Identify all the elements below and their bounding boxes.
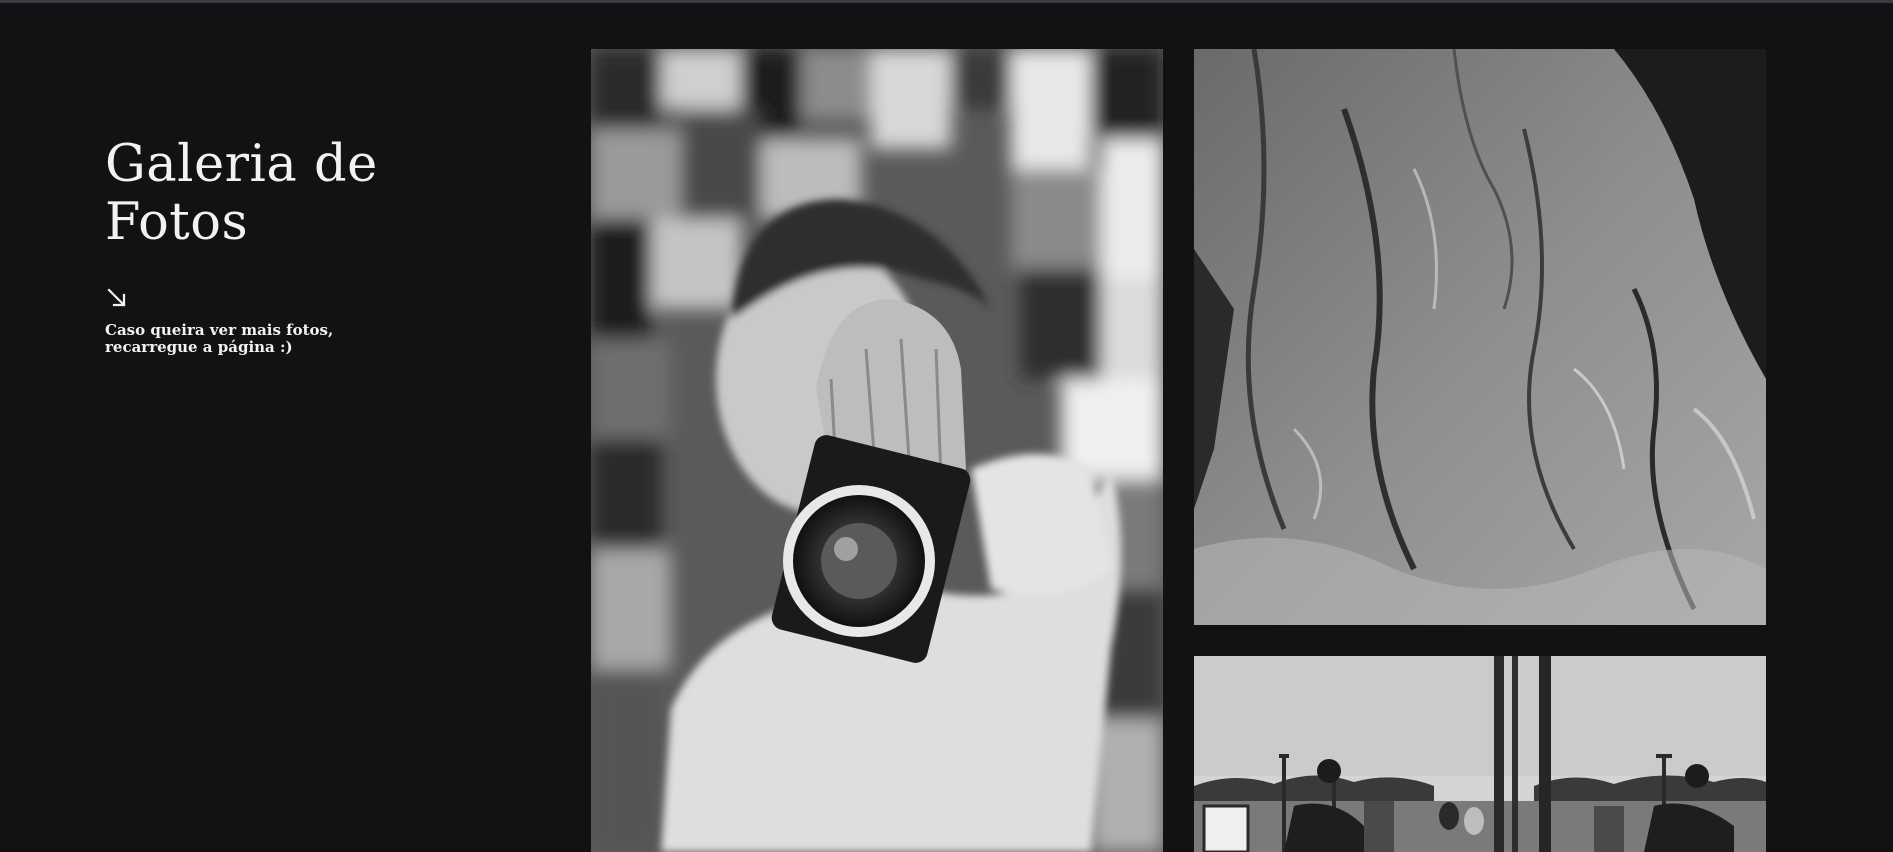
title-line-1: Galeria de <box>105 135 378 194</box>
gallery-photo-camera[interactable] <box>591 49 1163 852</box>
street-photo-image <box>1194 656 1766 852</box>
title-line-2: Fotos <box>105 193 249 252</box>
arrow-down-right-icon <box>107 288 126 307</box>
reload-hint: Caso queira ver mais fotos, recarregue a… <box>105 322 345 356</box>
top-border <box>0 0 1893 3</box>
gallery-intro: Galeria de Fotos Caso queira ver mais fo… <box>105 136 405 356</box>
page-title: Galeria de Fotos <box>105 136 405 252</box>
reload-hint-line-1: Caso queira ver mais fotos, <box>105 321 334 339</box>
gallery-photo-street[interactable] <box>1194 656 1766 852</box>
camera-photo-image <box>591 49 1163 852</box>
rock-photo-image <box>1194 49 1766 625</box>
gallery-photo-rock[interactable] <box>1194 49 1766 625</box>
reload-hint-line-2: recarregue a página :) <box>105 338 293 356</box>
